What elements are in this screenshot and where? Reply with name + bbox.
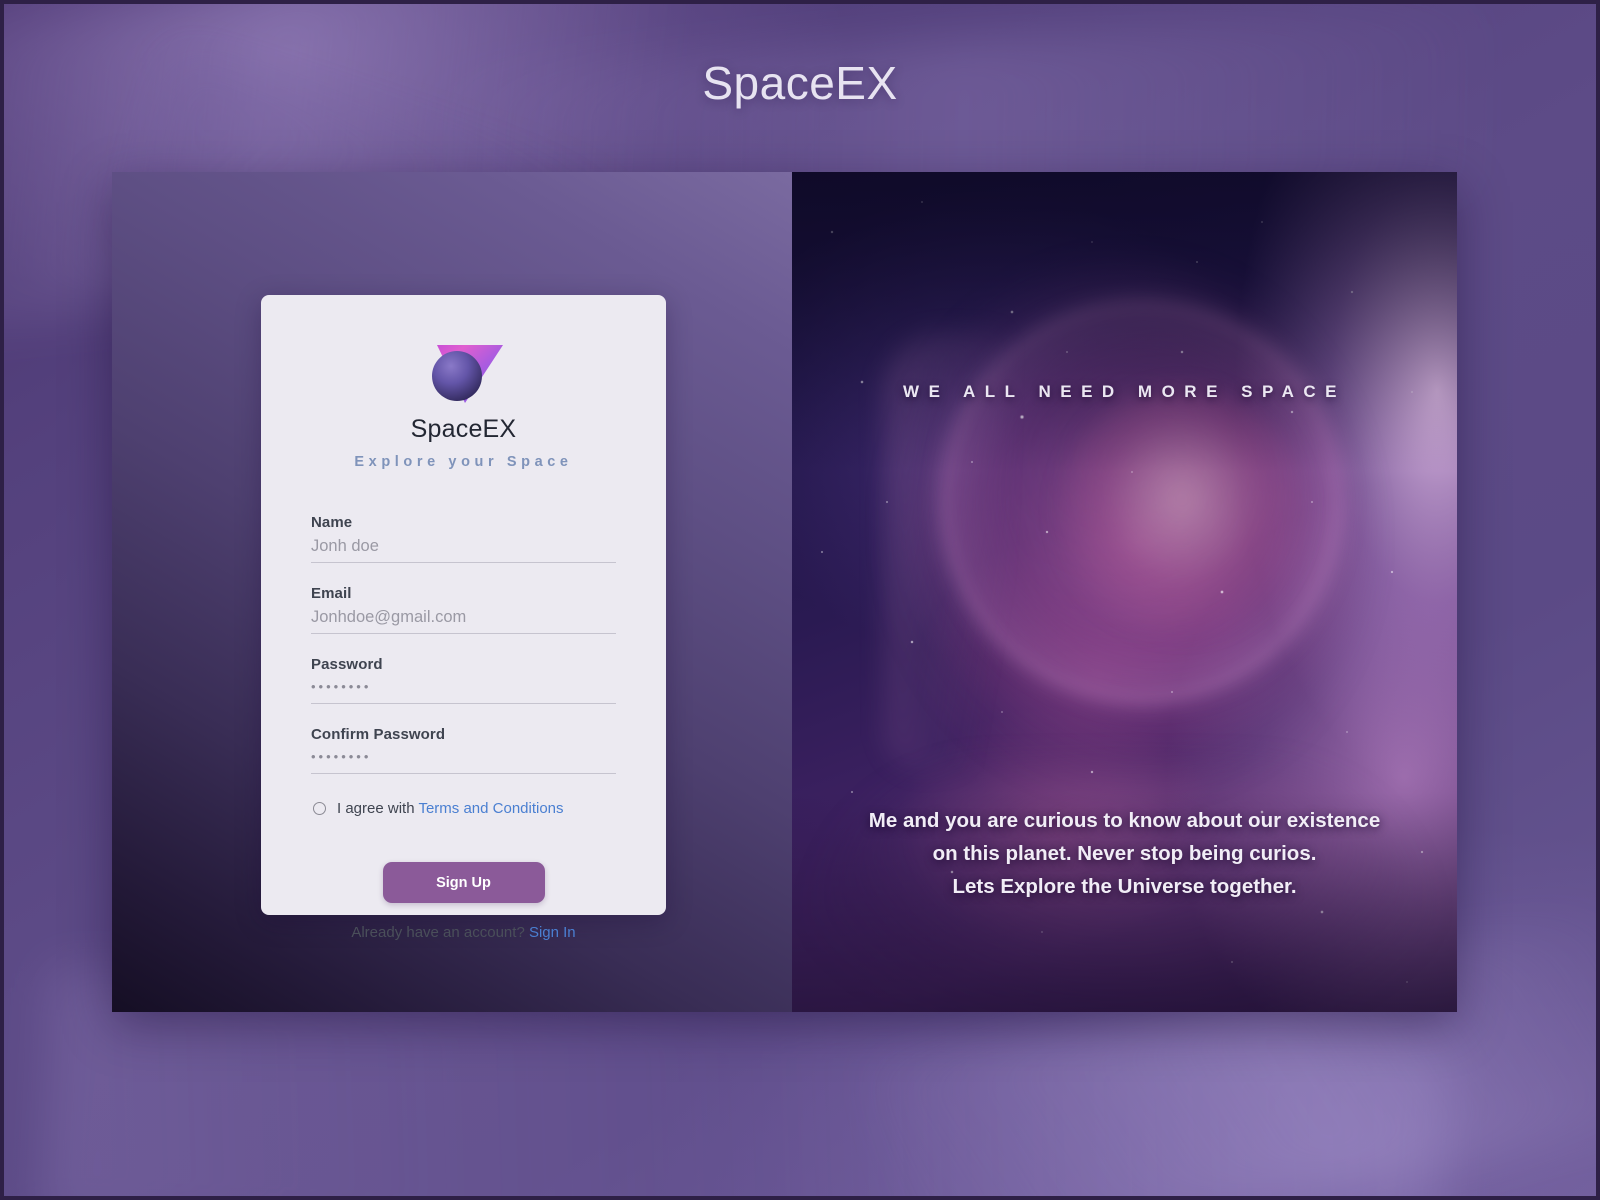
desktop-wallpaper: SpaceEX SpaceEX Explore your Space Name … (4, 4, 1596, 1196)
email-input[interactable] (311, 606, 616, 634)
sign-in-link[interactable]: Sign In (529, 924, 576, 941)
hero-headline: WE ALL NEED MORE SPACE (903, 382, 1346, 401)
signin-prompt-text: Already have an account? (351, 924, 525, 941)
page-title: SpaceEX (702, 57, 898, 109)
spaceex-logo-icon (419, 337, 509, 411)
astronaut-visor (942, 302, 1342, 702)
sign-up-button[interactable]: Sign Up (382, 862, 545, 903)
astronaut-face-nebula (1057, 387, 1307, 637)
hero-body-line-2: on this planet. Never stop being curios. (932, 842, 1317, 865)
form-pane: SpaceEX Explore your Space Name Email Pa… (112, 172, 792, 1012)
signin-prompt-row: Already have an account? Sign In (311, 924, 616, 941)
field-name: Name (311, 514, 616, 563)
terms-row: I agree with Terms and Conditions (313, 800, 616, 817)
astronaut-helmet-outer (892, 267, 1362, 787)
field-password: Password (311, 656, 616, 704)
terms-checkbox[interactable] (313, 802, 326, 815)
astronaut-visor-rim (934, 294, 1350, 710)
terms-text: I agree with Terms and Conditions (337, 800, 564, 817)
email-label: Email (311, 585, 352, 602)
password-label: Password (311, 656, 383, 673)
hero-body-text: Me and you are curious to know about our… (820, 804, 1429, 903)
signup-fields: Name Email Password Confirm Password (311, 514, 616, 774)
hero-body-line-1: Me and you are curious to know about our… (868, 809, 1381, 832)
confirm-password-input[interactable] (311, 747, 616, 774)
hero-top-vignette (792, 172, 1457, 472)
hero-pane: WE ALL NEED MORE SPACE Me and you are cu… (792, 172, 1457, 1012)
terms-agree-label: I agree with (337, 800, 415, 817)
confirm-password-label: Confirm Password (311, 726, 446, 743)
name-input[interactable] (311, 535, 616, 563)
hero-body-line-3: Lets Explore the Universe together. (952, 875, 1297, 898)
terms-and-conditions-link[interactable]: Terms and Conditions (418, 800, 563, 817)
signup-window: SpaceEX Explore your Space Name Email Pa… (112, 172, 1457, 1012)
card-tagline: Explore your Space (354, 454, 573, 470)
field-confirm-password: Confirm Password (311, 726, 616, 774)
field-email: Email (311, 585, 616, 634)
card-brand-name: SpaceEX (410, 415, 517, 443)
name-label: Name (311, 514, 353, 531)
signup-card: SpaceEX Explore your Space Name Email Pa… (261, 295, 666, 941)
password-input[interactable] (311, 677, 616, 704)
